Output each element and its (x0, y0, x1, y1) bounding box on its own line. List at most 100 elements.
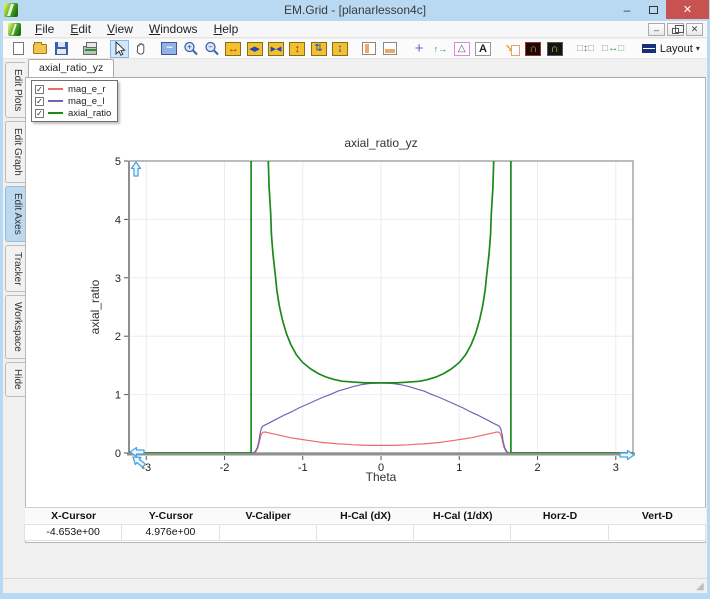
zoom-out-icon[interactable]: − (202, 40, 221, 58)
app-window: EM.Grid - [planarlesson4c] – ✕ FileEditV… (0, 0, 710, 599)
delta-marker-glyph: △ (454, 42, 470, 56)
plot-style-black-icon[interactable]: ∩ (545, 40, 564, 58)
fit-y-glyph: ↨ (332, 42, 348, 56)
title-bar: EM.Grid - [planarlesson4c] – ✕ (0, 0, 710, 21)
save-file-icon[interactable] (52, 40, 71, 58)
menu-edit[interactable]: Edit (62, 21, 99, 38)
menu-help[interactable]: Help (206, 21, 247, 38)
layout-label: Layout (660, 43, 693, 55)
legend-label: mag_e_l (68, 96, 104, 107)
svg-text:−: − (208, 42, 213, 51)
cursor-readout-values: -4.653e+004.976e+00 (25, 524, 706, 541)
readout-header: H-Cal (dX) (317, 510, 414, 522)
annotation-icon[interactable]: ↘ (502, 40, 521, 58)
text-tool-glyph: A (475, 42, 491, 56)
layout-icon (642, 44, 656, 53)
zoom-in-icon[interactable]: + (181, 40, 200, 58)
sidebar-tab-edit-graph[interactable]: Edit Graph (5, 121, 25, 183)
legend-checkbox-axial_ratio[interactable]: ✓ (35, 109, 44, 118)
tab-axial-ratio-yz[interactable]: axial_ratio_yz (28, 59, 114, 77)
horizontal-strip-icon[interactable] (381, 40, 400, 58)
axes-tool-glyph: ↑→ (432, 42, 448, 56)
pan-hand-icon[interactable] (131, 40, 150, 58)
delta-marker-icon[interactable]: △ (452, 40, 471, 58)
print-glyph (83, 46, 97, 55)
toolbar-separator (402, 40, 410, 58)
expand-x-icon[interactable]: ↔ (224, 40, 243, 58)
menu-windows[interactable]: Windows (141, 21, 206, 38)
minimize-button[interactable]: – (614, 0, 640, 19)
crosshair-icon[interactable]: + (409, 40, 428, 58)
pan-hand-glyph (133, 41, 149, 57)
expand-y-icon[interactable]: ↕ (288, 40, 307, 58)
maximize-button[interactable] (640, 0, 666, 19)
open-file-icon[interactable] (30, 40, 49, 58)
zoom-region-icon[interactable]: ~ (160, 40, 179, 58)
y-tick-label: 5 (115, 156, 121, 168)
menu-file[interactable]: File (27, 21, 62, 38)
menu-view[interactable]: View (99, 21, 141, 38)
readout-header: X-Cursor (25, 510, 122, 522)
legend-checkbox-mag_e_l[interactable]: ✓ (35, 97, 44, 106)
cursor-marker[interactable] (132, 162, 141, 176)
mdi-close-button[interactable]: ✕ (686, 23, 703, 36)
legend-label: axial_ratio (68, 108, 111, 119)
mdi-restore-button[interactable] (667, 23, 684, 36)
y-tick-label: 1 (115, 390, 121, 402)
legend-checkbox-mag_e_r[interactable]: ✓ (35, 85, 44, 94)
zoom-region-glyph: ~ (161, 42, 177, 55)
readout-value (316, 524, 414, 541)
vertical-strip-glyph (362, 42, 376, 55)
text-tool-icon[interactable]: A (473, 40, 492, 58)
select-pointer-icon[interactable] (110, 40, 129, 58)
fit-y-icon[interactable]: ↨ (330, 40, 349, 58)
sidebar-tab-workspace[interactable]: Workspace (5, 295, 25, 359)
y-tick-label: 0 (115, 448, 121, 460)
y-axis-label: axial_ratio (88, 280, 102, 335)
menu-items: FileEditViewWindowsHelp (27, 21, 246, 38)
fit-x-icon[interactable]: ▶◀ (266, 40, 285, 58)
layout-menu[interactable]: Layout▾ (637, 40, 705, 58)
crosshair-glyph: + (411, 42, 427, 56)
axes-tool-icon[interactable]: ↑→ (431, 40, 450, 58)
mdi-window-buttons: – ✕ (648, 23, 703, 36)
legend-item-mag_e_l: ✓ mag_e_l (35, 95, 111, 107)
shrink-y-glyph: ⇅ (311, 42, 327, 56)
svg-text:+: + (187, 42, 192, 51)
resize-grip[interactable]: ◢ (696, 582, 706, 592)
shrink-x-icon[interactable]: ◀▶ (245, 40, 264, 58)
mdi-minimize-button[interactable]: – (648, 23, 665, 36)
vertical-strip-icon[interactable] (359, 40, 378, 58)
save-file-glyph (55, 42, 68, 55)
space-horizontal-icon[interactable]: □↔□ (599, 40, 627, 58)
chart-title: axial_ratio_yz (129, 136, 633, 150)
close-button[interactable]: ✕ (666, 0, 709, 19)
sidebar-tab-edit-plots[interactable]: Edit Plots (5, 62, 25, 118)
sidebar-tab-tracker[interactable]: Tracker (5, 245, 25, 293)
legend-item-mag_e_r: ✓ mag_e_r (35, 83, 111, 95)
legend-item-axial_ratio: ✓ axial_ratio (35, 107, 111, 119)
print-icon[interactable] (81, 40, 100, 58)
legend-box: ✓ mag_e_r ✓ mag_e_l ✓ axial_ratio (31, 80, 118, 122)
toolbar-separator (566, 40, 574, 58)
cursor-marker[interactable] (620, 451, 634, 460)
readout-value (608, 524, 706, 541)
plot-panel: -3-2-10123012345 axial_ratio_yz Theta ax… (25, 77, 706, 543)
shrink-y-icon[interactable]: ⇅ (309, 40, 328, 58)
plot-style-dark-icon[interactable]: ∩ (524, 40, 543, 58)
space-vertical-icon[interactable]: □↕□ (574, 40, 597, 58)
sidebar-tab-edit-axes[interactable]: Edit Axes (5, 186, 25, 242)
y-tick-label: 3 (115, 273, 121, 285)
legend-label: mag_e_r (68, 84, 106, 95)
document-icon (8, 23, 21, 36)
toolbar-separator (152, 40, 160, 58)
new-file-icon[interactable] (9, 40, 28, 58)
readout-header: H-Cal (1/dX) (414, 510, 511, 522)
legend-line-sample (48, 112, 63, 114)
fit-x-glyph: ▶◀ (268, 42, 284, 56)
readout-value (413, 524, 511, 541)
readout-value (219, 524, 317, 541)
zoom-out-glyph: − (204, 41, 220, 57)
sidebar-tab-hide[interactable]: Hide (5, 362, 25, 397)
readout-value: -4.653e+00 (24, 524, 122, 541)
